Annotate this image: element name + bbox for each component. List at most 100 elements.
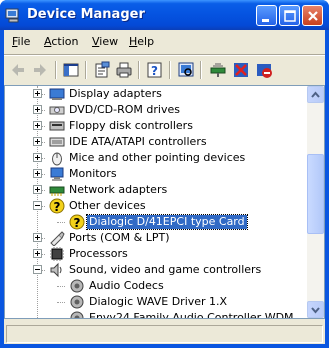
help-icon: ?	[147, 62, 162, 78]
monitor-icon	[50, 167, 64, 181]
toolbar-separator	[169, 61, 171, 79]
disable-icon	[257, 64, 272, 78]
menu-action[interactable]: Action	[44, 35, 78, 48]
forward-button[interactable]	[30, 60, 50, 80]
properties-button[interactable]	[92, 60, 112, 80]
tree-device[interactable]: ? Dialogic D/41EPCI type Card	[5, 214, 307, 230]
tree-item-label: Dialogic WAVE Driver 1.X	[89, 295, 228, 308]
expand-icon[interactable]	[33, 233, 42, 242]
tree-category[interactable]: Floppy disk controllers	[5, 118, 307, 134]
maximize-icon	[284, 10, 296, 22]
svg-text:?: ?	[54, 200, 61, 214]
device-manager-icon	[5, 8, 19, 23]
update-driver-icon	[210, 63, 226, 77]
tree-category[interactable]: IDE ATA/ATAPI controllers	[5, 134, 307, 150]
device-tree[interactable]: Envy24 Family Audio Controller WDM Dialog…	[4, 85, 325, 319]
processor-icon	[50, 247, 64, 261]
toolbar-separator	[200, 61, 202, 79]
tree-item-label: IDE ATA/ATAPI controllers	[69, 135, 207, 148]
expand-icon[interactable]	[33, 89, 42, 98]
uninstall-button[interactable]	[231, 60, 251, 80]
tree-item-label: Display adapters	[69, 87, 162, 100]
scroll-down-button[interactable]	[307, 301, 324, 318]
expand-icon[interactable]	[33, 185, 42, 194]
tree-connector	[57, 302, 65, 303]
expand-icon[interactable]	[33, 249, 42, 258]
toolbar-separator	[85, 61, 87, 79]
menu-help[interactable]: Help	[129, 35, 154, 48]
close-icon	[308, 11, 318, 21]
tree-category[interactable]: Network adapters	[5, 182, 307, 198]
minimize-icon	[262, 19, 269, 22]
scroll-thumb[interactable]	[307, 154, 324, 234]
print-icon	[116, 62, 132, 78]
back-button[interactable]	[8, 60, 28, 80]
vertical-scrollbar[interactable]	[307, 86, 324, 318]
device-manager-window: Device Manager File Action View Help ? E…	[0, 0, 329, 348]
print-button[interactable]	[114, 60, 134, 80]
tree-device[interactable]: Dialogic WAVE Driver 1.X	[5, 294, 307, 310]
console-tree-icon	[63, 63, 79, 77]
expand-icon[interactable]	[33, 121, 42, 130]
tree-item-label: Dialogic D/41EPCI type Card	[86, 214, 248, 230]
tree-item-label: DVD/CD-ROM drives	[69, 103, 180, 116]
tree-category[interactable]: Mice and other pointing devices	[5, 150, 307, 166]
expand-icon[interactable]	[33, 153, 42, 162]
tree-item-label: Mice and other pointing devices	[69, 151, 246, 164]
floppy-controller-icon	[49, 121, 65, 131]
tree-category[interactable]: Monitors	[5, 166, 307, 182]
expand-icon[interactable]	[33, 105, 42, 114]
audio-device-icon	[70, 295, 84, 309]
tree-item-label: Audio Codecs	[89, 279, 164, 292]
disable-button[interactable]	[254, 60, 274, 80]
tree-category[interactable]: Processors	[5, 246, 307, 262]
help-button[interactable]: ?	[145, 60, 165, 80]
minimize-button[interactable]	[256, 5, 277, 26]
chevron-up-icon	[311, 91, 320, 98]
audio-device-icon	[70, 279, 84, 293]
tree-item-label: Other devices	[69, 199, 146, 212]
window-title: Device Manager	[27, 7, 145, 22]
ide-controller-icon	[49, 137, 65, 147]
status-bar	[4, 322, 325, 344]
sound-icon	[50, 262, 62, 278]
network-adapter-icon	[49, 186, 65, 196]
uninstall-icon	[234, 63, 248, 77]
menu-separator	[4, 54, 325, 56]
show-console-tree-button[interactable]	[61, 60, 81, 80]
back-icon	[12, 64, 24, 76]
tree-category[interactable]: ? Other devices	[5, 198, 307, 214]
tree-category[interactable]: Display adapters	[5, 86, 307, 102]
chevron-down-icon	[311, 307, 320, 314]
tree-category[interactable]: DVD/CD-ROM drives	[5, 102, 307, 118]
toolbar-separator	[55, 61, 57, 79]
tree-connector	[57, 286, 65, 287]
svg-text:?: ?	[151, 64, 158, 78]
menu-bar: File Action View Help	[4, 32, 325, 52]
svg-text:?: ?	[74, 216, 81, 230]
scroll-up-button[interactable]	[307, 86, 324, 103]
tree-device[interactable]: Audio Codecs	[5, 278, 307, 294]
expand-icon[interactable]	[33, 169, 42, 178]
close-button[interactable]	[302, 5, 323, 26]
expand-icon[interactable]	[33, 137, 42, 146]
title-bar[interactable]: Device Manager	[0, 0, 329, 30]
tree-item-label: Ports (COM & LPT)	[69, 231, 170, 244]
properties-icon	[95, 61, 110, 78]
tree-device[interactable]: Envy24 Family Audio Controller WDM	[5, 310, 307, 319]
maximize-button[interactable]	[279, 5, 300, 26]
tree-item-label: Network adapters	[69, 183, 168, 196]
scan-hardware-button[interactable]	[176, 60, 196, 80]
tree-category[interactable]: Sound, video and game controllers	[5, 262, 307, 278]
tree-connector	[57, 318, 65, 319]
menu-file[interactable]: File	[12, 35, 30, 48]
port-icon	[50, 231, 65, 246]
tree-item-label: Monitors	[69, 167, 117, 180]
collapse-icon[interactable]	[33, 201, 42, 210]
update-driver-button[interactable]	[208, 60, 228, 80]
display-adapter-icon	[49, 88, 65, 100]
tree-category[interactable]: Ports (COM & LPT)	[5, 230, 307, 246]
status-pane	[6, 325, 323, 343]
menu-view[interactable]: View	[92, 35, 118, 48]
collapse-icon[interactable]	[33, 265, 42, 274]
